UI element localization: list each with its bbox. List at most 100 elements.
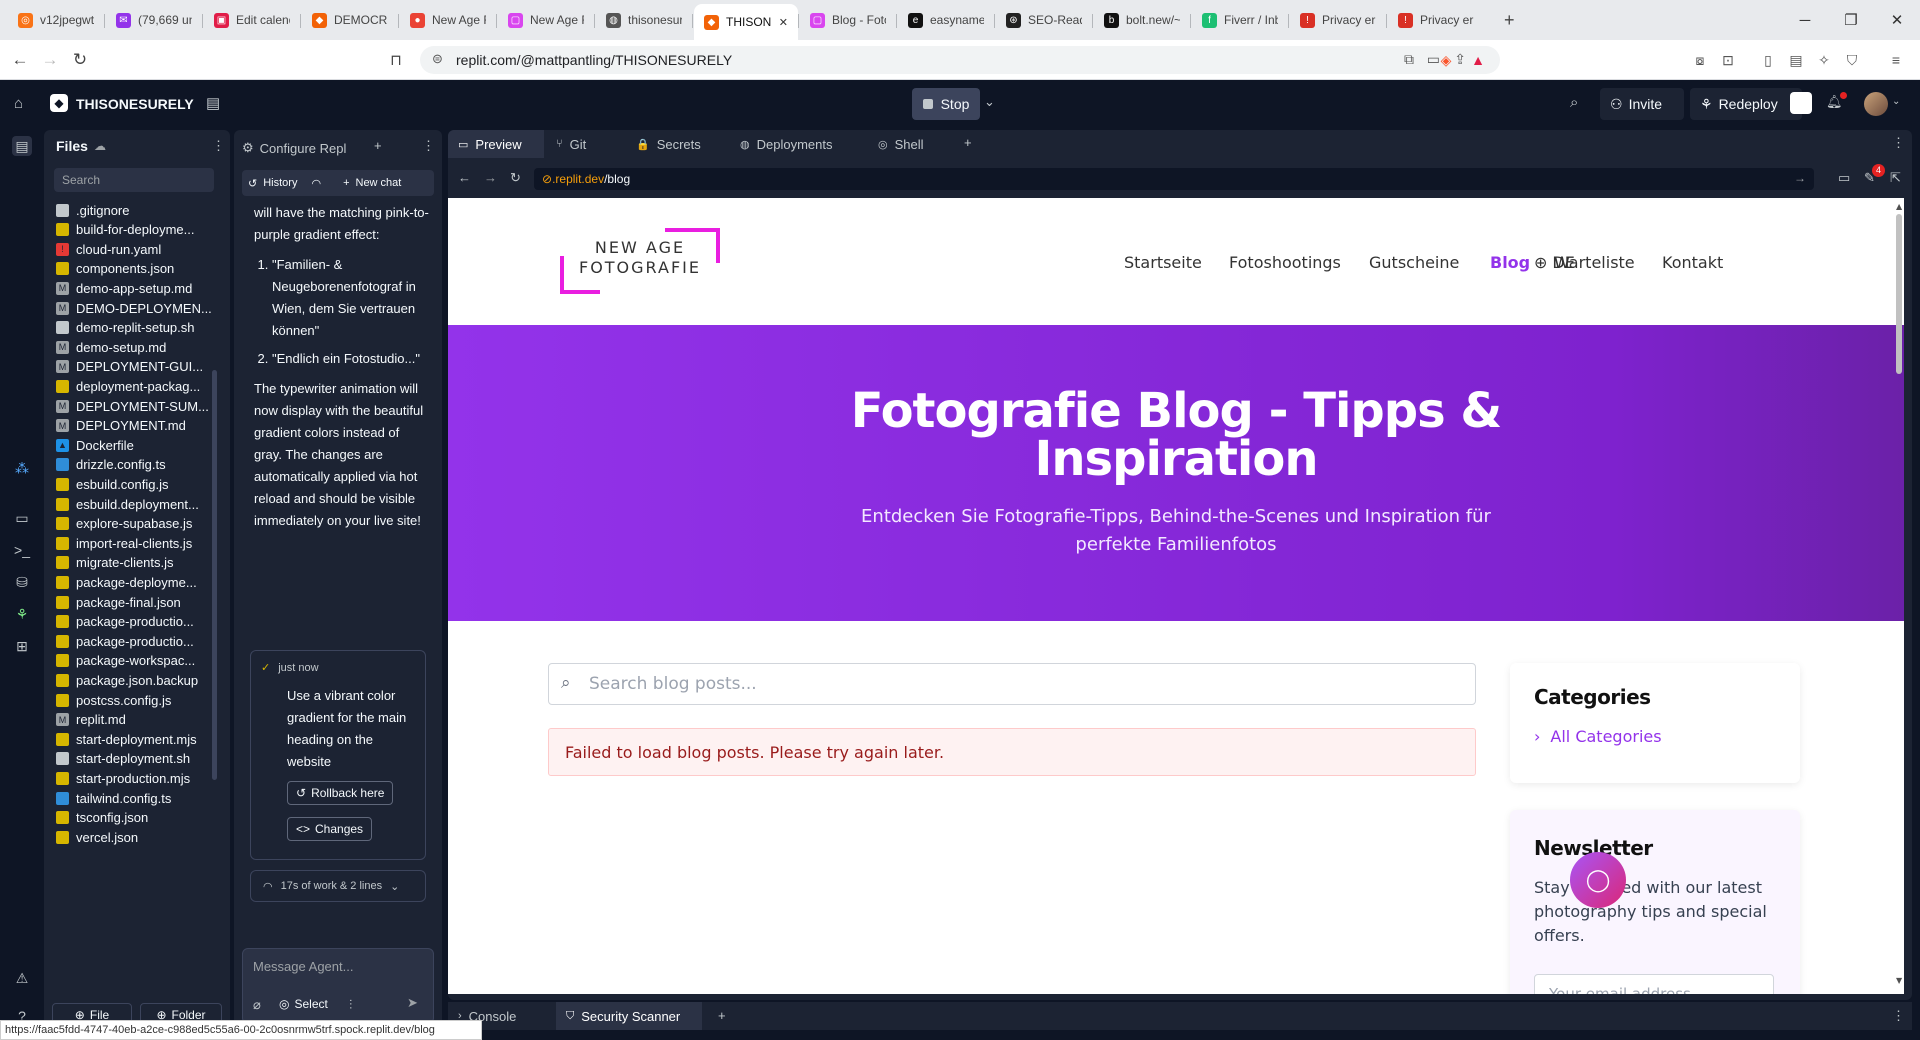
tab-shell[interactable]: ◎ Shell: [868, 130, 958, 158]
files-tool-icon[interactable]: ▤: [12, 136, 32, 156]
file-item[interactable]: deployment-packag...: [56, 376, 216, 396]
file-item[interactable]: explore-supabase.js: [56, 514, 216, 534]
stop-button[interactable]: Stop: [912, 88, 980, 120]
bookmark-icon[interactable]: ⊓: [384, 48, 408, 72]
file-item[interactable]: M DEMO-DEPLOYMEN...: [56, 298, 216, 318]
agent-menu-icon[interactable]: ⋮: [422, 138, 435, 154]
preview-forward-icon[interactable]: →: [484, 170, 497, 185]
newsletter-email-input[interactable]: Your email address: [1534, 974, 1774, 994]
nav-link-startseite[interactable]: Startseite: [1124, 253, 1202, 272]
tab-search-icon[interactable]: ⊡: [1718, 50, 1738, 70]
preview-tool-icon[interactable]: ▭: [12, 508, 32, 528]
file-item[interactable]: demo-replit-setup.sh: [56, 318, 216, 338]
usage-gauge-icon[interactable]: ◠: [311, 177, 321, 190]
file-item[interactable]: postcss.config.js: [56, 690, 216, 710]
file-item[interactable]: components.json: [56, 259, 216, 279]
brave-shield-icon[interactable]: ◈: [1436, 50, 1456, 70]
language-switcher[interactable]: ⊕ DE: [1534, 253, 1575, 272]
file-item[interactable]: Mreplit.md: [56, 710, 216, 730]
redeploy-button[interactable]: ⚘ Redeploy: [1690, 88, 1802, 120]
tab-configure-repl[interactable]: ⚙ Configure Repl: [242, 136, 346, 160]
nav-link-fotoshootings[interactable]: Fotoshootings: [1229, 253, 1341, 272]
browser-tab[interactable]: ▢ New Age Fo: [498, 4, 594, 36]
bottom-menu-icon[interactable]: ⋮: [1892, 1008, 1905, 1024]
home-icon[interactable]: ⌂: [14, 95, 23, 112]
file-item[interactable]: M DEPLOYMENT-SUM...: [56, 396, 216, 416]
avatar-chevron-icon[interactable]: ⌄: [1892, 96, 1900, 107]
site-scrollbar[interactable]: [1896, 214, 1902, 374]
add-tab-icon[interactable]: +: [374, 138, 382, 153]
file-item[interactable]: drizzle.config.ts: [56, 455, 216, 475]
work-summary[interactable]: ◠ 17s of work & 2 lines ⌄: [250, 870, 426, 902]
site-info-icon[interactable]: ⊜: [432, 51, 443, 67]
history-button[interactable]: History: [263, 177, 297, 189]
file-item[interactable]: package-workspac...: [56, 651, 216, 671]
file-item[interactable]: M DEPLOYMENT-GUI...: [56, 357, 216, 377]
file-item[interactable]: start-deployment.sh: [56, 749, 216, 769]
forward-icon[interactable]: →: [38, 48, 62, 72]
chat-widget-button[interactable]: ◯: [1570, 852, 1626, 908]
avatar[interactable]: [1864, 92, 1888, 116]
file-item[interactable]: migrate-clients.js: [56, 553, 216, 573]
minimize-button[interactable]: ─: [1782, 0, 1828, 40]
files-menu-icon[interactable]: ⋮: [212, 138, 225, 154]
invite-button[interactable]: ⚇ Invite: [1600, 88, 1684, 120]
message-agent-input[interactable]: Message Agent...: [253, 959, 353, 974]
send-icon[interactable]: ➤: [407, 995, 418, 1011]
shell-tool-icon[interactable]: >_: [12, 540, 32, 560]
browser-tab[interactable]: ! Privacy error: [1290, 4, 1386, 36]
file-item[interactable]: Mdemo-setup.md: [56, 337, 216, 357]
vpn-icon[interactable]: ⛉: [1842, 50, 1862, 70]
open-url-icon[interactable]: →: [1794, 171, 1806, 185]
bell-tool-icon[interactable]: ⚠: [12, 968, 32, 988]
tab-preview[interactable]: ▭ Preview: [448, 130, 544, 158]
scroll-up-icon[interactable]: ▲: [1896, 202, 1902, 211]
browser-tab[interactable]: ▢ Blog - Fotog: [800, 4, 896, 36]
files-scrollbar[interactable]: [212, 370, 217, 780]
file-item[interactable]: package.json.backup: [56, 670, 216, 690]
file-item[interactable]: esbuild.deployment...: [56, 494, 216, 514]
file-item[interactable]: start-deployment.mjs: [56, 729, 216, 749]
file-item[interactable]: Mdemo-app-setup.md: [56, 278, 216, 298]
nav-link-kontakt[interactable]: Kontakt: [1662, 253, 1723, 272]
add-bottom-tab-icon[interactable]: +: [718, 1008, 726, 1023]
file-item[interactable]: ▲ Dockerfile: [56, 435, 216, 455]
close-window-button[interactable]: ✕: [1874, 0, 1920, 40]
browser-tab[interactable]: ◍ thisonesurel: [596, 4, 692, 36]
new-chat-button[interactable]: New chat: [356, 177, 402, 189]
preview-url-bar[interactable]: ⊘.replit.dev/blog →: [534, 168, 1814, 190]
browser-tab[interactable]: ! Privacy error: [1388, 4, 1484, 36]
browser-tab[interactable]: f Fiverr / Inbo: [1192, 4, 1288, 36]
search-icon[interactable]: ⌕: [1570, 94, 1578, 111]
device-icon[interactable]: ▭: [1838, 170, 1850, 186]
share-icon[interactable]: ⇪: [1454, 51, 1466, 68]
file-item[interactable]: package-productio...: [56, 631, 216, 651]
leo-ai-icon[interactable]: ✧: [1814, 50, 1834, 70]
restore-button[interactable]: ❐: [1828, 0, 1874, 40]
browser-tab[interactable]: ◆ THISON ✕: [694, 4, 798, 40]
rollback-button[interactable]: ↺ Rollback here: [287, 781, 394, 805]
file-item[interactable]: package-deployme...: [56, 572, 216, 592]
nav-link-blog[interactable]: Blog: [1490, 253, 1530, 272]
add-pane-tab-icon[interactable]: +: [964, 135, 972, 150]
reload-icon[interactable]: ↻: [68, 48, 92, 72]
browser-tab[interactable]: ● New Age Fo: [400, 4, 496, 36]
select-button[interactable]: ◎ Select: [279, 997, 328, 1011]
menu-icon[interactable]: ≡: [1886, 50, 1906, 70]
file-item[interactable]: tailwind.config.ts: [56, 788, 216, 808]
file-item[interactable]: .gitignore: [56, 200, 216, 220]
browser-tab[interactable]: ⊛ SEO-Ready: [996, 4, 1092, 36]
browser-tab[interactable]: b bolt.new/~/: [1094, 4, 1190, 36]
tab-secrets[interactable]: 🔒 Secrets: [626, 130, 728, 158]
wallet-icon[interactable]: ▤: [1786, 50, 1806, 70]
project-menu-icon[interactable]: ▤: [206, 94, 220, 112]
tab-git[interactable]: ⑂ Git: [546, 130, 624, 158]
file-item[interactable]: vercel.json: [56, 827, 216, 847]
browser-tab[interactable]: ◆ DEMOCRM: [302, 4, 398, 36]
close-tab-icon[interactable]: ✕: [779, 16, 788, 29]
preview-reload-icon[interactable]: ↻: [510, 170, 521, 186]
file-item[interactable]: package-final.json: [56, 592, 216, 612]
preview-back-icon[interactable]: ←: [458, 170, 471, 185]
preview-menu-icon[interactable]: ⋮: [1892, 135, 1905, 151]
all-tools-icon[interactable]: ⊞: [12, 636, 32, 656]
